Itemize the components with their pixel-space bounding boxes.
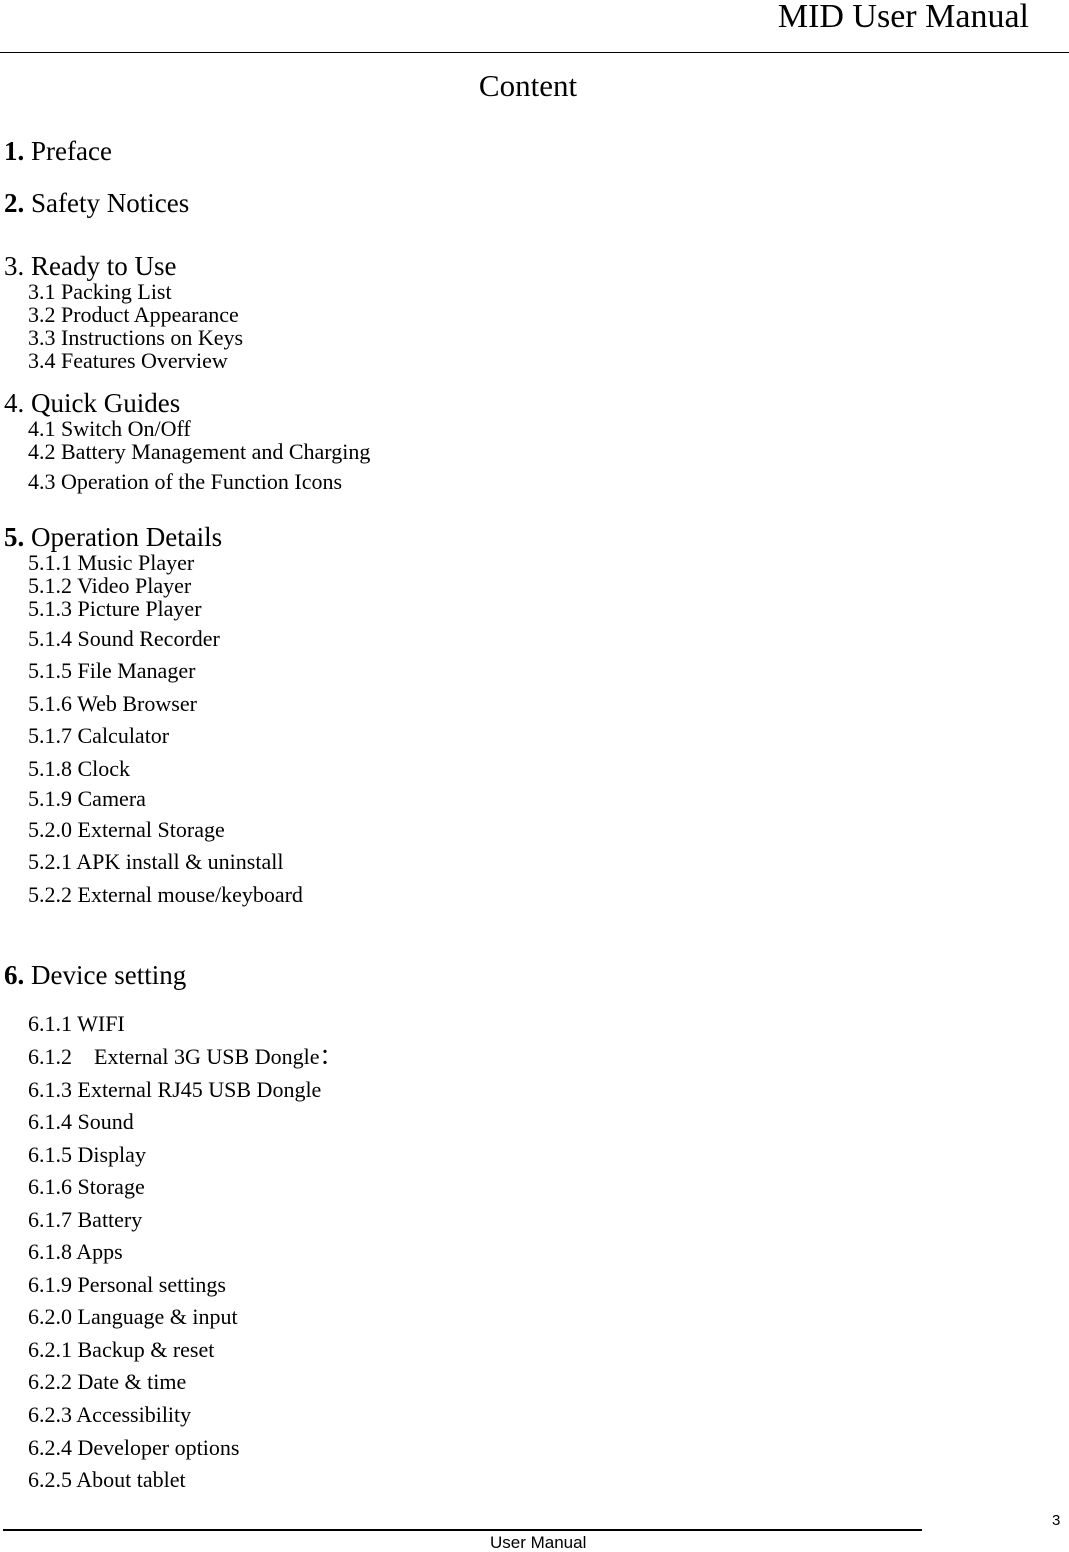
toc-item[interactable]: 5.2.0 External Storage xyxy=(28,819,225,841)
toc-section-4[interactable]: 4. Quick Guides xyxy=(4,390,180,417)
toc-item[interactable]: 6.2.0 Language & input xyxy=(28,1306,238,1328)
toc-item[interactable]: 3.3 Instructions on Keys xyxy=(28,327,243,349)
page-number: 3 xyxy=(1052,1512,1061,1529)
toc-section-2[interactable]: 2. Safety Notices xyxy=(4,190,189,217)
toc-item[interactable]: 6.1.4 Sound xyxy=(28,1111,134,1133)
toc-item[interactable]: 6.2.2 Date & time xyxy=(28,1371,186,1393)
toc-item[interactable]: 5.1.1 Music Player xyxy=(28,552,194,574)
toc-item[interactable]: 3.4 Features Overview xyxy=(28,350,228,372)
section-label: Preface xyxy=(24,136,112,166)
toc-section-6[interactable]: 6. Device setting xyxy=(4,962,186,989)
toc-section-1[interactable]: 1. Preface xyxy=(4,138,112,165)
toc-item[interactable]: 5.1.7 Calculator xyxy=(28,725,169,747)
footer-rule xyxy=(3,1529,922,1531)
section-number: 2. xyxy=(4,188,25,218)
section-label: Ready to Use xyxy=(24,251,177,281)
toc-item[interactable]: 6.1.9 Personal settings xyxy=(28,1274,226,1296)
section-number: 4. xyxy=(4,388,25,418)
section-number: 3. xyxy=(4,251,25,281)
toc-item[interactable]: 5.1.4 Sound Recorder xyxy=(28,628,220,650)
section-label: Device setting xyxy=(24,960,187,990)
toc-item[interactable]: 6.2.3 Accessibility xyxy=(28,1404,191,1426)
toc-item[interactable]: 5.2.1 APK install & uninstall xyxy=(28,851,283,873)
toc-item[interactable]: 5.1.9 Camera xyxy=(28,788,146,810)
toc-item[interactable]: 5.1.5 File Manager xyxy=(28,660,195,682)
toc-item[interactable]: 5.1.3 Picture Player xyxy=(28,598,202,620)
toc-item[interactable]: 4.1 Switch On/Off xyxy=(28,418,191,440)
toc-item[interactable]: 4.2 Battery Management and Charging xyxy=(28,441,370,463)
section-label: Safety Notices xyxy=(24,188,190,218)
toc-item[interactable]: 6.1.8 Apps xyxy=(28,1241,123,1263)
toc-item[interactable]: 3.1 Packing List xyxy=(28,281,172,303)
toc-item[interactable]: 6.1.7 Battery xyxy=(28,1209,142,1231)
section-number: 6. xyxy=(4,960,25,990)
toc-section-5[interactable]: 5. Operation Details xyxy=(4,524,222,551)
toc-item[interactable]: 6.1.3 External RJ45 USB Dongle xyxy=(28,1079,321,1101)
toc-item[interactable]: 6.2.4 Developer options xyxy=(28,1437,239,1459)
header-rule xyxy=(0,52,1069,53)
toc-item[interactable]: 5.1.2 Video Player xyxy=(28,575,191,597)
toc-item[interactable]: 6.1.2 External 3G USB Dongle： xyxy=(28,1046,341,1068)
footer-text: User Manual xyxy=(490,1533,587,1552)
section-number: 1. xyxy=(4,136,25,166)
toc-item[interactable]: 5.2.2 External mouse/keyboard xyxy=(28,884,303,906)
header-title: MID User Manual xyxy=(777,0,1029,35)
toc-item[interactable]: 6.1.1 WIFI xyxy=(28,1013,125,1035)
toc-item[interactable]: 4.3 Operation of the Function Icons xyxy=(28,471,342,493)
toc-item[interactable]: 6.2.1 Backup & reset xyxy=(28,1339,214,1361)
toc-item[interactable]: 6.1.6 Storage xyxy=(28,1176,145,1198)
toc-item[interactable]: 5.1.8 Clock xyxy=(28,758,130,780)
toc-item[interactable]: 6.1.5 Display xyxy=(28,1144,146,1166)
toc-item[interactable]: 5.1.6 Web Browser xyxy=(28,693,197,715)
content-title: Content xyxy=(478,68,578,103)
toc-section-3[interactable]: 3. Ready to Use xyxy=(4,253,176,280)
section-label: Quick Guides xyxy=(24,388,181,418)
toc-item[interactable]: 6.2.5 About tablet xyxy=(28,1469,186,1491)
toc-item[interactable]: 3.2 Product Appearance xyxy=(28,304,239,326)
section-label: Operation Details xyxy=(24,522,223,552)
section-number: 5. xyxy=(4,522,25,552)
